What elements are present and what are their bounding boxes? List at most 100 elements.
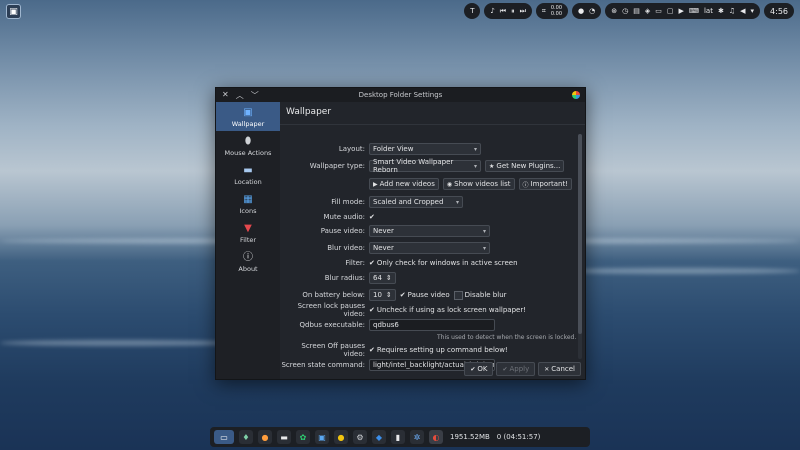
- cpu-monitor[interactable]: ⌗ 0.00 0.00: [535, 3, 569, 19]
- get-new-plugins-button[interactable]: ★ Get New Plugins...: [485, 160, 565, 172]
- scroll-thumb[interactable]: [578, 134, 582, 334]
- disable-blur-checkbox[interactable]: Disable blur: [453, 290, 507, 300]
- blur-select[interactable]: Never ▾: [369, 242, 490, 254]
- app-menu-icon[interactable]: ♦: [239, 430, 253, 444]
- filter-checkbox[interactable]: ✔ Only check for windows in active scree…: [369, 259, 518, 267]
- apply-button[interactable]: ✔ Apply: [496, 362, 536, 376]
- important-button[interactable]: ⓘ Important!: [518, 178, 573, 190]
- pause-select[interactable]: Never ▾: [369, 225, 490, 237]
- qdbus-input[interactable]: qdbus6: [369, 319, 495, 331]
- firefox-icon[interactable]: ●: [258, 430, 272, 444]
- chevron-down-icon[interactable]: ▾: [751, 7, 755, 15]
- battery-icon[interactable]: ▭: [655, 7, 662, 15]
- cpu-icon: ⌗: [541, 6, 546, 15]
- chevron-down-icon: ▾: [473, 162, 477, 170]
- sidebar-item-location[interactable]: ▬ Location: [216, 160, 280, 189]
- clock[interactable]: 4:56: [764, 3, 794, 19]
- chevron-up-icon[interactable]: ︿: [236, 90, 244, 101]
- spin-arrows-icon[interactable]: ⇕: [386, 274, 392, 282]
- pause-icon[interactable]: ⏸: [511, 7, 515, 16]
- screenoff-checkbox[interactable]: ✔ Requires setting up command below!: [369, 346, 508, 354]
- blur-radius-spinbox[interactable]: 64 ⇕: [369, 272, 396, 284]
- wallpaper-type-select[interactable]: Smart Video Wallpaper Reborn ▾: [369, 158, 481, 174]
- volume-icon[interactable]: ◀: [740, 7, 745, 15]
- settings-icon[interactable]: ⚙: [353, 430, 367, 444]
- add-videos-label: Add new videos: [379, 180, 435, 188]
- chevron-down-icon[interactable]: ﹀: [251, 90, 259, 101]
- sidebar-item-filter[interactable]: ▼ Filter: [216, 218, 280, 247]
- file-manager-icon[interactable]: ▣: [315, 430, 329, 444]
- sidebar-item-label: Wallpaper: [231, 120, 265, 128]
- ok-label: OK: [477, 365, 488, 373]
- clipboard-icon[interactable]: ▤: [633, 7, 640, 15]
- scrollbar[interactable]: [578, 134, 582, 359]
- taskbar: ▭ ♦ ● ▬ ✿ ▣ ● ⚙ ◆ ▮ ✲ ◐ 1951.52MB 0 (04:…: [210, 427, 590, 447]
- sidebar-item-wallpaper[interactable]: ▣ Wallpaper: [216, 102, 280, 131]
- vscode-icon[interactable]: ◆: [372, 430, 386, 444]
- dialog-footer: ✔ OK ✔ Apply ✕ Cancel: [464, 362, 581, 376]
- filter-row: Filter: ✔ Only check for windows in acti…: [280, 256, 575, 270]
- store-icon[interactable]: ✿: [296, 430, 310, 444]
- add-videos-button[interactable]: ▶ Add new videos: [369, 178, 439, 190]
- video-add-icon: ▶: [373, 180, 378, 188]
- folder-icon: ▬: [243, 165, 253, 176]
- pause-label: Pause video:: [320, 227, 365, 235]
- network-icon[interactable]: ⊛: [611, 7, 617, 15]
- keyboard-layout[interactable]: lat: [704, 7, 713, 15]
- layout-select[interactable]: Folder View ▾: [369, 143, 481, 155]
- skip-back-icon[interactable]: ⏮: [500, 7, 506, 16]
- chevron-down-icon: ▾: [455, 198, 459, 206]
- gauge-icon[interactable]: ◔: [589, 7, 595, 15]
- gear-icon[interactable]: ✲: [410, 430, 424, 444]
- ok-button[interactable]: ✔ OK: [464, 362, 494, 376]
- bell-icon[interactable]: ♫: [729, 7, 735, 15]
- cancel-button[interactable]: ✕ Cancel: [538, 362, 581, 376]
- tray[interactable]: ⊛ ◷ ▤ ◈ ▭ ▢ ▶ ⌨ lat ✱ ♫ ◀ ▾: [605, 3, 761, 19]
- close-icon[interactable]: ✕: [222, 90, 229, 101]
- eye-icon: ◉: [446, 180, 453, 188]
- sidebar-item-mouse-actions[interactable]: ⬮ Mouse Actions: [216, 131, 280, 160]
- sidebar-item-about[interactable]: ⓘ About: [216, 247, 280, 276]
- chat-icon[interactable]: ●: [334, 430, 348, 444]
- desktop-folder-icon[interactable]: ▣: [6, 4, 21, 19]
- lock-checkbox[interactable]: ✔ Uncheck if using as lock screen wallpa…: [369, 306, 526, 314]
- checkbox-box: [453, 290, 463, 300]
- lock-label: Screen lock pauses video:: [297, 302, 365, 318]
- settings-dialog: ✕ ︿ ﹀ Desktop Folder Settings ▣ Wallpape…: [215, 87, 586, 380]
- skip-forward-icon[interactable]: ⏭: [520, 7, 526, 16]
- workspace-pager-icon[interactable]: ▭: [214, 430, 234, 444]
- battery-spinbox[interactable]: 10 ⇕: [369, 289, 396, 301]
- media-controls[interactable]: ♪ ⏮ ⏸ ⏭: [484, 3, 532, 19]
- drop-icon[interactable]: ●: [578, 7, 584, 15]
- state-cmd-label: Screen state command:: [281, 361, 365, 369]
- blur-row: Blur video: Never ▾: [280, 241, 575, 255]
- mute-checkbox[interactable]: ✔: [369, 213, 375, 221]
- terminal-icon[interactable]: ▮: [391, 430, 405, 444]
- display-icon[interactable]: ▢: [667, 7, 674, 15]
- settings-icon[interactable]: ✱: [718, 7, 724, 15]
- sidebar-item-label: Filter: [239, 236, 257, 244]
- screenoff-label: Screen Off pauses video:: [301, 342, 365, 358]
- plasma-icon[interactable]: ◐: [429, 430, 443, 444]
- sidebar: ▣ Wallpaper ⬮ Mouse Actions ▬ Location ▦…: [216, 102, 280, 379]
- show-videos-button[interactable]: ◉ Show videos list: [442, 178, 515, 190]
- clock-icon[interactable]: ◷: [622, 7, 628, 15]
- window-icon[interactable]: ▬: [277, 430, 291, 444]
- filter-text: Only check for windows in active screen: [376, 259, 518, 267]
- fill-mode-select[interactable]: Scaled and Cropped ▾: [369, 196, 463, 208]
- play-icon[interactable]: ▶: [678, 7, 683, 15]
- chevron-down-icon: ▾: [473, 145, 477, 153]
- keyboard-badge[interactable]: ⌨: [689, 7, 699, 15]
- qdbus-row: Qdbus executable: qdbus6: [280, 318, 575, 332]
- shield-icon[interactable]: ◈: [645, 7, 650, 15]
- spin-arrows-icon[interactable]: ⇕: [386, 291, 392, 299]
- system-indicators[interactable]: ● ◔: [572, 3, 602, 19]
- sidebar-item-icons[interactable]: ▦ Icons: [216, 189, 280, 218]
- wallpaper-icon: ▣: [243, 107, 253, 118]
- check-icon: ✔: [502, 365, 508, 373]
- battery-row: On battery below: 10 ⇕ ✔ Pause video Disa…: [280, 288, 575, 302]
- pause-video-checkbox[interactable]: ✔ Pause video: [400, 291, 450, 299]
- app-launcher-icon[interactable]: T: [464, 3, 481, 19]
- layout-row: Layout: Folder View ▾: [280, 142, 575, 156]
- uptime: 0 (04:51:57): [496, 433, 541, 441]
